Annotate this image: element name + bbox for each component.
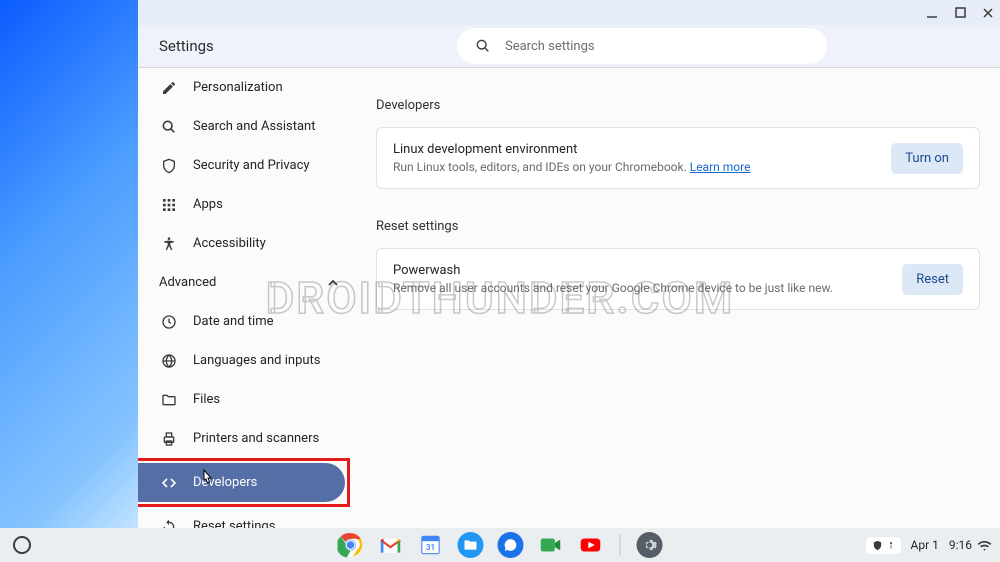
reset-icon	[159, 517, 179, 529]
sidebar-item-search-assistant[interactable]: Search and Assistant	[138, 107, 348, 146]
chevron-up-icon	[328, 278, 338, 288]
sidebar-item-label: Accessibility	[193, 236, 266, 251]
folder-icon	[159, 390, 179, 410]
youtube-app-icon[interactable]	[578, 532, 604, 558]
printer-icon	[159, 429, 179, 449]
card-title: Powerwash	[393, 263, 833, 278]
sidebar-item-label: Reset settings	[193, 519, 275, 528]
section-heading-reset: Reset settings	[376, 219, 980, 234]
shelf-apps: 31	[338, 532, 663, 558]
card-title: Linux development environment	[393, 142, 750, 157]
card-description: Remove all user accounts and reset your …	[393, 281, 833, 295]
sidebar-item-reset-settings[interactable]: Reset settings	[138, 507, 348, 528]
chromeos-shelf: 31 Apr 1 9:16	[0, 528, 1000, 562]
files-app-icon[interactable]	[458, 532, 484, 558]
maximize-icon[interactable]	[954, 7, 966, 19]
learn-more-link[interactable]: Learn more	[690, 160, 751, 174]
sidebar-item-label: Apps	[193, 197, 223, 212]
chrome-app-icon[interactable]	[338, 532, 364, 558]
shelf-divider	[620, 534, 621, 556]
highlight-annotation: Developers	[138, 458, 350, 507]
section-heading-developers: Developers	[376, 98, 980, 113]
card-description: Run Linux tools, editors, and IDEs on yo…	[393, 160, 750, 174]
window-titlebar	[138, 0, 1000, 25]
sidebar-item-apps[interactable]: Apps	[138, 185, 348, 224]
sidebar-item-label: Files	[193, 392, 220, 407]
minimize-icon[interactable]	[926, 7, 938, 19]
powerwash-card[interactable]: Powerwash Remove all user accounts and r…	[376, 248, 980, 310]
sidebar-item-label: Printers and scanners	[193, 431, 319, 446]
accessibility-icon	[159, 234, 179, 254]
settings-window: Settings Personalization Search and Assi…	[138, 0, 1000, 528]
sidebar-item-files[interactable]: Files	[138, 380, 348, 419]
search-icon	[159, 117, 179, 137]
search-container[interactable]	[457, 28, 827, 64]
sidebar-item-personalization[interactable]: Personalization	[138, 68, 348, 107]
sidebar: Personalization Search and Assistant Sec…	[138, 68, 356, 528]
status-indicator[interactable]	[866, 537, 901, 554]
sidebar-item-printers-scanners[interactable]: Printers and scanners	[138, 419, 348, 458]
sidebar-item-label: Personalization	[193, 80, 283, 95]
search-input[interactable]	[505, 39, 785, 54]
pencil-icon	[159, 78, 179, 98]
shelf-date: Apr 1	[911, 538, 939, 552]
page-title: Settings	[159, 37, 214, 55]
linux-dev-env-card[interactable]: Linux development environment Run Linux …	[376, 127, 980, 189]
wifi-icon	[977, 539, 992, 551]
launcher-button[interactable]	[13, 536, 31, 554]
sidebar-section-label: Advanced	[159, 275, 216, 290]
sidebar-item-languages-inputs[interactable]: Languages and inputs	[138, 341, 348, 380]
sidebar-item-label: Languages and inputs	[193, 353, 321, 368]
apps-grid-icon	[159, 195, 179, 215]
desktop-wallpaper	[0, 0, 138, 562]
sidebar-item-accessibility[interactable]: Accessibility	[138, 224, 348, 263]
svg-text:31: 31	[426, 542, 435, 552]
sidebar-section-advanced[interactable]: Advanced	[138, 263, 356, 302]
close-icon[interactable]	[982, 7, 994, 19]
sidebar-item-label: Security and Privacy	[193, 158, 310, 173]
settings-header: Settings	[138, 25, 1000, 68]
shelf-time: 9:16	[949, 538, 972, 552]
settings-app-icon[interactable]	[637, 532, 663, 558]
sidebar-item-security-privacy[interactable]: Security and Privacy	[138, 146, 348, 185]
gmail-app-icon[interactable]	[378, 532, 404, 558]
search-icon	[475, 38, 491, 54]
shield-icon	[159, 156, 179, 176]
clock-icon	[159, 312, 179, 332]
shelf-status-area[interactable]: Apr 1 9:16	[866, 537, 993, 554]
calendar-app-icon[interactable]: 31	[418, 532, 444, 558]
sidebar-item-label: Search and Assistant	[193, 119, 316, 134]
globe-icon	[159, 351, 179, 371]
messages-app-icon[interactable]	[498, 532, 524, 558]
content-area: Developers Linux development environment…	[376, 68, 980, 528]
turn-on-button[interactable]: Turn on	[891, 143, 963, 174]
sidebar-item-developers[interactable]: Developers	[138, 463, 345, 502]
sidebar-item-date-time[interactable]: Date and time	[138, 302, 348, 341]
sidebar-item-label: Developers	[193, 475, 257, 490]
code-icon	[159, 473, 179, 493]
sidebar-item-label: Date and time	[193, 314, 274, 329]
reset-button[interactable]: Reset	[902, 264, 963, 295]
duo-app-icon[interactable]	[538, 532, 564, 558]
